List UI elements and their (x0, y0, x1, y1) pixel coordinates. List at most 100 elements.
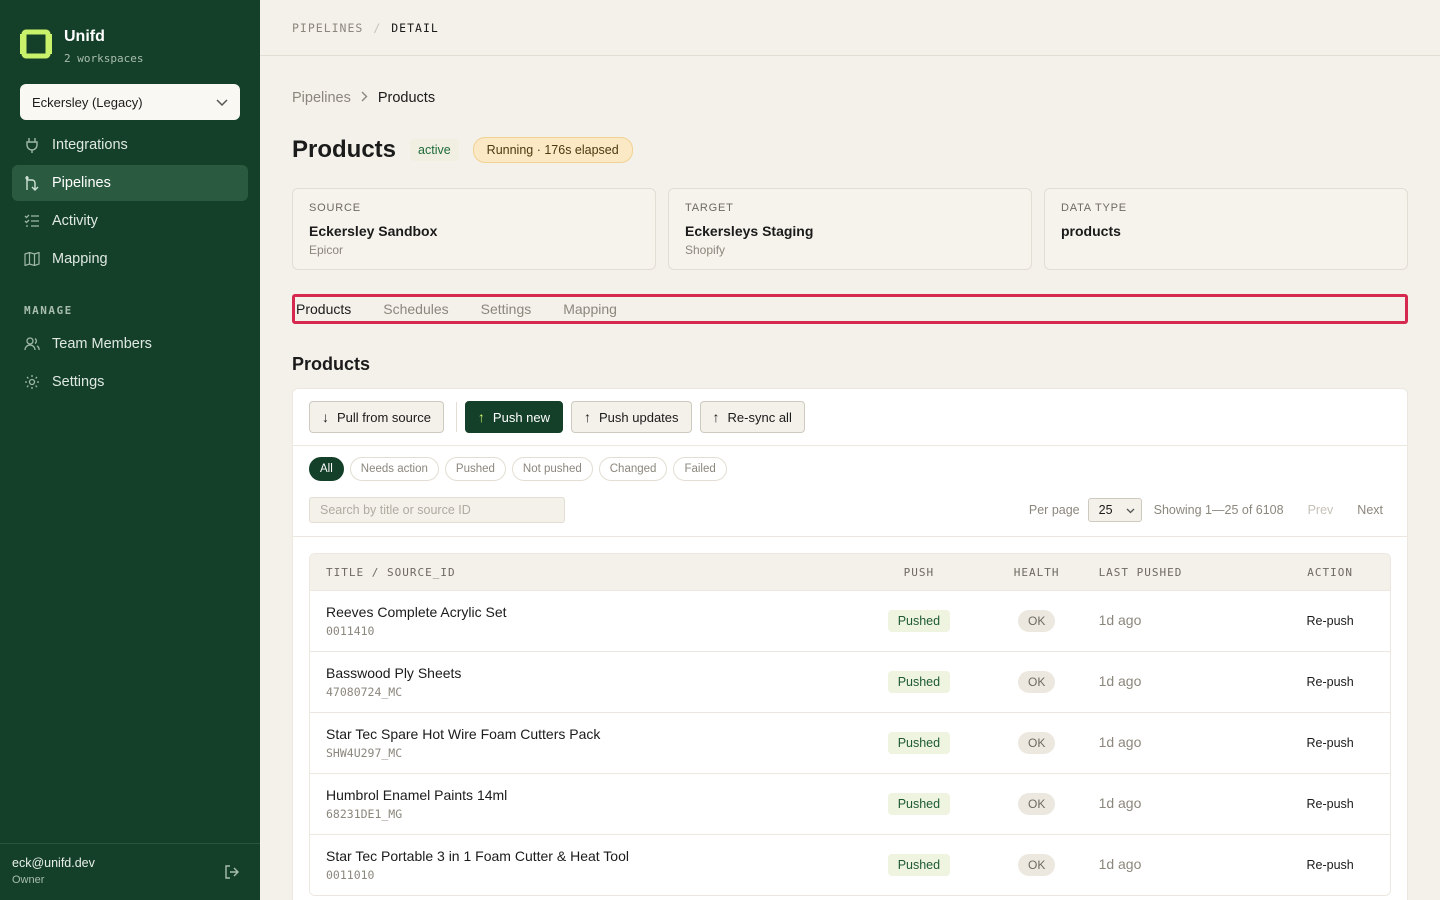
repush-button[interactable]: Re-push (1307, 675, 1354, 689)
push-status-badge: Pushed (887, 671, 951, 693)
product-title: Basswood Ply Sheets (326, 665, 462, 681)
repush-button[interactable]: Re-push (1307, 736, 1354, 750)
title-row: Products active Running · 176s elapsed (292, 136, 633, 164)
sidebar-item-label: Pipelines (52, 175, 111, 191)
card-value: Eckersley Sandbox (309, 223, 438, 239)
pagination: Per page 25 Showing 1—25 of 6108 Prev Ne… (1029, 497, 1383, 523)
main-nav: Integrations Pipelines Activity Mapping (12, 127, 248, 279)
chevron-down-icon (1126, 503, 1135, 517)
source-id: 68231DE1_MG (326, 807, 403, 821)
manage-section-label: MANAGE (24, 304, 73, 317)
per-page-value: 25 (1098, 503, 1113, 517)
tab-schedules[interactable]: Schedules (383, 301, 448, 317)
filter-pushed[interactable]: Pushed (444, 457, 506, 481)
sidebar-item-label: Activity (52, 213, 98, 229)
table-row[interactable]: Reeves Complete Acrylic Set 0011410 Push… (310, 590, 1390, 651)
search-input[interactable]: Search by title or source ID (309, 497, 565, 523)
button-label: Pull from source (337, 409, 431, 425)
table-header: TITLE / SOURCE_ID PUSH HEALTH LAST PUSHE… (310, 554, 1390, 590)
filter-changed[interactable]: Changed (598, 457, 668, 481)
products-table: TITLE / SOURCE_ID PUSH HEALTH LAST PUSHE… (309, 553, 1391, 896)
sidebar-item-mapping[interactable]: Mapping (12, 241, 248, 277)
card-label: SOURCE (309, 202, 361, 214)
card-value: Eckersleys Staging (685, 223, 814, 239)
logout-icon[interactable] (224, 864, 240, 885)
health-badge: OK (1018, 793, 1056, 815)
arrow-down-icon: ↓ (322, 409, 329, 425)
repush-button[interactable]: Re-push (1307, 797, 1354, 811)
sidebar-item-integrations[interactable]: Integrations (12, 127, 248, 163)
table-row[interactable]: Basswood Ply Sheets 47080724_MC Pushed O… (310, 651, 1390, 712)
manage-nav: Team Members Settings (12, 326, 248, 402)
per-page-label: Per page (1028, 503, 1080, 517)
gear-icon (24, 374, 40, 390)
tab-settings[interactable]: Settings (481, 301, 532, 317)
header-title[interactable]: TITLE / SOURCE_ID (310, 566, 859, 579)
users-icon (24, 336, 40, 352)
header-last-pushed[interactable]: LAST PUSHED (1095, 566, 1271, 579)
push-new-button[interactable]: ↑ Push new (464, 401, 564, 433)
user-role: Owner (12, 874, 45, 886)
chevron-right-icon (361, 90, 368, 106)
card-label: DATA TYPE (1061, 202, 1127, 214)
showing-count: Showing 1—25 of 6108 (1153, 503, 1284, 517)
table-row[interactable]: Humbrol Enamel Paints 14ml 68231DE1_MG P… (310, 773, 1390, 834)
health-badge: OK (1018, 854, 1056, 876)
per-page-select[interactable]: 25 (1087, 498, 1142, 522)
data-type-card: DATA TYPE products (1044, 188, 1408, 270)
sidebar-item-settings[interactable]: Settings (12, 364, 248, 400)
arrow-up-icon: ↑ (584, 409, 592, 425)
sidebar-item-label: Mapping (52, 251, 108, 267)
filter-failed[interactable]: Failed (673, 457, 727, 481)
card-label: TARGET (685, 202, 734, 214)
header-action: ACTION (1307, 565, 1353, 579)
search-placeholder: Search by title or source ID (320, 503, 471, 517)
repush-button[interactable]: Re-push (1307, 614, 1354, 628)
target-card: TARGET Eckersleys Staging Shopify (668, 188, 1032, 270)
last-pushed: 1d ago (1098, 795, 1142, 811)
product-title: Reeves Complete Acrylic Set (326, 604, 507, 620)
product-title: Humbrol Enamel Paints 14ml (326, 787, 508, 803)
table-row[interactable]: Star Tec Portable 3 in 1 Foam Cutter & H… (310, 834, 1390, 895)
table-row[interactable]: Star Tec Spare Hot Wire Foam Cutters Pac… (310, 712, 1390, 773)
last-pushed: 1d ago (1098, 673, 1142, 689)
filter-needs-action[interactable]: Needs action (349, 457, 439, 481)
source-id: 0011410 (326, 624, 375, 638)
prev-button[interactable]: Prev (1308, 503, 1334, 517)
divider (293, 536, 1407, 537)
health-badge: OK (1018, 671, 1056, 693)
user-footer: eck@unifd.dev Owner (0, 843, 260, 900)
sidebar-item-team-members[interactable]: Team Members (12, 326, 248, 362)
filter-all[interactable]: All (309, 457, 344, 481)
filter-not-pushed[interactable]: Not pushed (511, 457, 593, 481)
push-status-badge: Pushed (887, 793, 951, 815)
topbar: PIPELINES / DETAIL (260, 0, 1440, 56)
topbar-crumb-pipelines[interactable]: PIPELINES (292, 21, 363, 35)
arrow-up-icon: ↑ (712, 409, 720, 425)
tab-mapping[interactable]: Mapping (563, 301, 617, 317)
button-label: Push updates (599, 409, 679, 425)
toolbar-divider (455, 402, 457, 432)
brand-name: Unifd (64, 28, 105, 45)
user-email: eck@unifd.dev (12, 856, 95, 870)
header-health[interactable]: HEALTH (979, 566, 1095, 579)
product-title: Star Tec Spare Hot Wire Foam Cutters Pac… (326, 726, 601, 742)
header-push[interactable]: PUSH (859, 566, 979, 579)
breadcrumb-pipelines[interactable]: Pipelines (292, 90, 351, 106)
pull-from-source-button[interactable]: ↓ Pull from source (309, 401, 444, 433)
pipeline-icon (24, 175, 40, 191)
workspace-select[interactable]: Eckersley (Legacy) (20, 84, 240, 120)
sidebar-item-pipelines[interactable]: Pipelines (12, 165, 248, 201)
next-button[interactable]: Next (1357, 503, 1383, 517)
topbar-separator: / (373, 20, 382, 35)
source-id: SHW4U297_MC (326, 746, 403, 760)
info-cards: SOURCE Eckersley Sandbox Epicor TARGET E… (292, 188, 1408, 270)
tab-products[interactable]: Products (296, 301, 351, 317)
resync-all-button[interactable]: ↑ Re-sync all (699, 401, 805, 433)
repush-button[interactable]: Re-push (1307, 858, 1354, 872)
last-pushed: 1d ago (1098, 856, 1142, 872)
sidebar-item-activity[interactable]: Activity (12, 203, 248, 239)
push-status-badge: Pushed (887, 610, 951, 632)
chevron-down-icon (216, 95, 228, 110)
push-updates-button[interactable]: ↑ Push updates (571, 401, 692, 433)
